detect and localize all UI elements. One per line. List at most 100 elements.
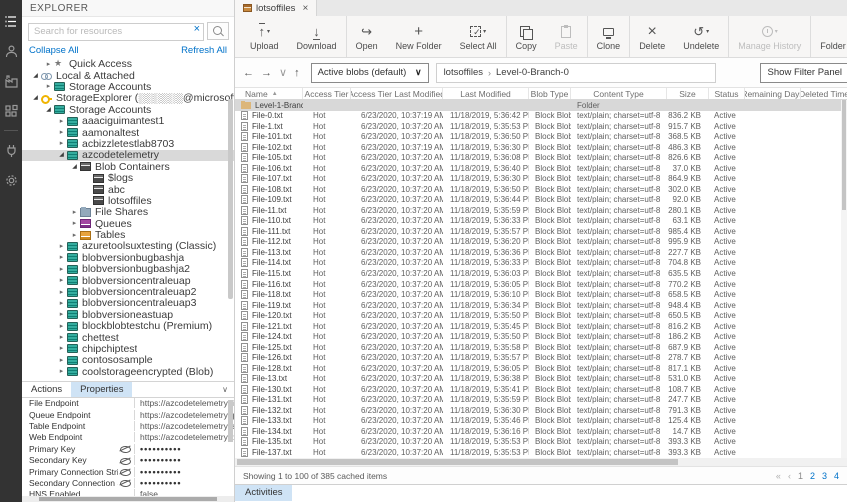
tree-item[interactable]: chettest: [22, 332, 234, 343]
tree-item[interactable]: blobversioneastuap: [22, 309, 234, 320]
search-icon[interactable]: [207, 22, 229, 40]
column-name[interactable]: Name▲: [235, 88, 303, 99]
refresh-all-link[interactable]: Refresh All: [181, 45, 227, 56]
table-row[interactable]: File-113.txt Hot 6/23/2020, 10:37:20 AM …: [235, 247, 847, 258]
table-row[interactable]: File-107.txt Hot 6/23/2020, 10:37:20 AM …: [235, 174, 847, 185]
table-row[interactable]: File-130.txt Hot 6/23/2020, 10:37:20 AM …: [235, 384, 847, 395]
toolbar-button[interactable]: New Folder: [387, 16, 451, 57]
table-row[interactable]: File-126.txt Hot 6/23/2020, 10:37:20 AM …: [235, 352, 847, 363]
page-link[interactable]: ‹: [788, 471, 791, 481]
table-row[interactable]: File-121.txt Hot 6/23/2020, 10:37:20 AM …: [235, 321, 847, 332]
table-row[interactable]: File-102.txt Hot 6/23/2020, 10:37:19 AM …: [235, 142, 847, 153]
table-row[interactable]: File-11.txt Hot 6/23/2020, 10:37:20 AM 1…: [235, 205, 847, 216]
tree-expander-icon[interactable]: [56, 287, 67, 298]
emulator-icon[interactable]: [0, 66, 22, 96]
up-icon[interactable]: ↑: [294, 67, 300, 79]
toolbar-button[interactable]: Copy: [506, 16, 546, 57]
tree-item[interactable]: blobversioncentraleuap2: [22, 286, 234, 297]
collapse-all-link[interactable]: Collapse All: [29, 45, 79, 56]
tree-item[interactable]: acbizzletestlab8703: [22, 138, 234, 149]
table-row[interactable]: File-132.txt Hot 6/23/2020, 10:37:20 AM …: [235, 405, 847, 416]
breadcrumb-root[interactable]: lotsoffiles: [444, 67, 483, 78]
table-row[interactable]: File-108.txt Hot 6/23/2020, 10:37:20 AM …: [235, 184, 847, 195]
search-input[interactable]: [28, 23, 204, 41]
tree-expander-icon[interactable]: [43, 81, 54, 92]
page-link[interactable]: 4: [834, 471, 839, 481]
column-remaining-days[interactable]: Remaining Days: [745, 88, 801, 99]
blob-state-dropdown[interactable]: Active blobs (default) ∨: [311, 63, 429, 83]
toolbar-button[interactable]: ▾ Manage History: [728, 16, 810, 57]
tree-expander-icon[interactable]: [56, 309, 67, 320]
tree-expander-icon[interactable]: [56, 252, 67, 263]
tree-item[interactable]: $logs: [22, 172, 234, 183]
table-row[interactable]: File-115.txt Hot 6/23/2020, 10:37:20 AM …: [235, 268, 847, 279]
tree-expander-icon[interactable]: [69, 230, 80, 241]
tab-properties[interactable]: Properties: [71, 382, 132, 397]
tree-expander-icon[interactable]: [56, 366, 67, 377]
page-link[interactable]: «: [776, 471, 781, 481]
extensions-icon[interactable]: [0, 96, 22, 126]
table-row[interactable]: File-133.txt Hot 6/23/2020, 10:37:20 AM …: [235, 415, 847, 426]
table-row[interactable]: File-109.txt Hot 6/23/2020, 10:37:20 AM …: [235, 195, 847, 206]
tree-item[interactable]: chipchiptest: [22, 343, 234, 354]
tab-close-icon[interactable]: ×: [302, 3, 308, 14]
tree-item[interactable]: blockblobtestchu (Premium): [22, 320, 234, 331]
tree-item[interactable]: azuretoolsuxtesting (Classic): [22, 241, 234, 252]
explorer-icon[interactable]: [0, 6, 22, 36]
tree-expander-icon[interactable]: [56, 343, 67, 354]
tree-item[interactable]: Queues: [22, 218, 234, 229]
tab-lotsoffiles[interactable]: lotsoffiles ×: [235, 0, 317, 16]
table-row[interactable]: File-106.txt Hot 6/23/2020, 10:37:20 AM …: [235, 163, 847, 174]
table-row[interactable]: File-118.txt Hot 6/23/2020, 10:37:20 AM …: [235, 289, 847, 300]
column-deleted-time[interactable]: Deleted Time: [801, 88, 847, 99]
tree-item[interactable]: Blob Containers: [22, 161, 234, 172]
table-row[interactable]: File-135.txt Hot 6/23/2020, 10:37:20 AM …: [235, 437, 847, 448]
tree-item[interactable]: Storage Accounts: [22, 81, 234, 92]
table-row[interactable]: File-110.txt Hot 6/23/2020, 10:37:20 AM …: [235, 216, 847, 227]
history-chevron-icon[interactable]: ∨: [279, 66, 287, 79]
tree-expander-icon[interactable]: [56, 116, 67, 127]
tree-item[interactable]: Tables: [22, 229, 234, 240]
table-scrollbar[interactable]: [841, 100, 847, 458]
tree-expander-icon[interactable]: [56, 355, 67, 366]
settings-gear-icon[interactable]: [0, 165, 22, 195]
tree-expander-icon[interactable]: [56, 241, 67, 252]
account-management-icon[interactable]: [0, 36, 22, 66]
toolbar-button[interactable]: Clone: [587, 16, 630, 57]
table-row[interactable]: File-120.txt Hot 6/23/2020, 10:37:20 AM …: [235, 310, 847, 321]
table-row[interactable]: File-111.txt Hot 6/23/2020, 10:37:20 AM …: [235, 226, 847, 237]
tab-actions[interactable]: Actions: [22, 382, 71, 397]
page-link[interactable]: 1: [798, 471, 803, 481]
tree-expander-icon[interactable]: [56, 321, 67, 332]
tree-expander-icon[interactable]: [56, 275, 67, 286]
tree-expander-icon[interactable]: [43, 59, 54, 70]
tree-expander-icon[interactable]: [56, 264, 67, 275]
tree-expander-icon[interactable]: [30, 70, 41, 81]
table-row[interactable]: File-124.txt Hot 6/23/2020, 10:37:20 AM …: [235, 331, 847, 342]
tree-expander-icon[interactable]: [69, 161, 80, 172]
table-row[interactable]: File-131.txt Hot 6/23/2020, 10:37:20 AM …: [235, 394, 847, 405]
show-filter-panel-button[interactable]: Show Filter Panel: [760, 63, 847, 83]
back-icon[interactable]: ←: [243, 67, 254, 79]
tree-item[interactable]: blobversionbugbashja2: [22, 264, 234, 275]
table-row[interactable]: File-128.txt Hot 6/23/2020, 10:37:20 AM …: [235, 363, 847, 374]
search-clear-icon[interactable]: ×: [194, 23, 200, 36]
table-row[interactable]: File-119.txt Hot 6/23/2020, 10:37:20 AM …: [235, 300, 847, 311]
column-size[interactable]: Size: [667, 88, 709, 99]
tree-item[interactable]: blobversioncentraleuap3: [22, 298, 234, 309]
tree-expander-icon[interactable]: [69, 218, 80, 229]
tree-expander-icon[interactable]: [56, 332, 67, 343]
toolbar-button[interactable]: Delete: [629, 16, 674, 57]
toolbar-button[interactable]: Open: [346, 16, 387, 57]
table-row[interactable]: File-116.txt Hot 6/23/2020, 10:37:20 AM …: [235, 279, 847, 290]
tree-item[interactable]: Quick Access: [22, 59, 234, 70]
tree-item[interactable]: aamonaltest: [22, 127, 234, 138]
column-blob-type[interactable]: Blob Type: [529, 88, 571, 99]
column-access-tier-last-modified[interactable]: Access Tier Last Modified: [351, 88, 443, 99]
toolbar-button[interactable]: Download: [288, 16, 346, 57]
column-last-modified[interactable]: Last Modified: [443, 88, 529, 99]
tree-item[interactable]: StorageExplorer (░░░░░░@microsoft.com): [22, 93, 234, 104]
column-access-tier[interactable]: Access Tier: [303, 88, 351, 99]
tree-item[interactable]: File Shares: [22, 207, 234, 218]
tree-item[interactable]: blobversionbugbashja: [22, 252, 234, 263]
